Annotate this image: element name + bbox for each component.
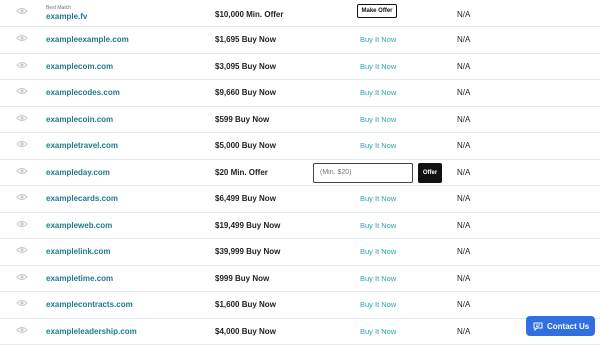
- watch-eye-icon[interactable]: [16, 7, 28, 15]
- table-row: examplecards.com $6,499 Buy Now Buy It N…: [0, 186, 600, 213]
- status-value: N/A: [457, 221, 470, 230]
- watch-eye-icon[interactable]: [16, 167, 28, 175]
- buy-it-now-link[interactable]: Buy It Now: [360, 300, 396, 309]
- domain-name-link[interactable]: exampleexample.com: [46, 35, 129, 44]
- table-row: examplelink.com $39,999 Buy Now Buy It N…: [0, 239, 600, 266]
- buy-it-now-link[interactable]: Buy It Now: [360, 274, 396, 283]
- domain-name-link[interactable]: example.fv: [46, 12, 87, 21]
- price-label: $9,660 Buy Now: [215, 88, 276, 97]
- status-value: N/A: [457, 300, 470, 309]
- status-value: N/A: [457, 274, 470, 283]
- table-row: exampleday.com $20 Min. Offer Offer N/A: [0, 160, 600, 187]
- watch-eye-icon[interactable]: [16, 326, 28, 334]
- table-row: examplecoin.com $599 Buy Now Buy It Now …: [0, 107, 600, 134]
- table-row: exampleleadership.com $4,000 Buy Now Buy…: [0, 319, 600, 345]
- table-row: exampleweb.com $19,499 Buy Now Buy It No…: [0, 213, 600, 240]
- domain-name-link[interactable]: examplelink.com: [46, 247, 110, 256]
- domain-name-link[interactable]: examplecontracts.com: [46, 300, 133, 309]
- buy-it-now-link[interactable]: Buy It Now: [360, 88, 396, 97]
- price-label: $39,999 Buy Now: [215, 247, 280, 256]
- price-label: $20 Min. Offer: [215, 168, 268, 177]
- status-value: N/A: [457, 141, 470, 150]
- price-label: $5,000 Buy Now: [215, 141, 276, 150]
- domain-name-link[interactable]: exampletravel.com: [46, 141, 118, 150]
- buy-it-now-link[interactable]: Buy It Now: [360, 221, 396, 230]
- domain-name-link[interactable]: examplecards.com: [46, 194, 118, 203]
- watch-eye-icon[interactable]: [16, 220, 28, 228]
- table-row: examplecom.com $3,095 Buy Now Buy It Now…: [0, 54, 600, 81]
- status-value: N/A: [457, 62, 470, 71]
- watch-eye-icon[interactable]: [16, 34, 28, 42]
- watch-eye-icon[interactable]: [16, 61, 28, 69]
- watch-eye-icon[interactable]: [16, 114, 28, 122]
- best-match-label: Best Match: [46, 5, 71, 11]
- price-label: $10,000 Min. Offer: [215, 10, 283, 19]
- watch-eye-icon[interactable]: [16, 87, 28, 95]
- status-value: N/A: [457, 194, 470, 203]
- buy-it-now-link[interactable]: Buy It Now: [360, 115, 396, 124]
- offer-submit-button[interactable]: Offer: [418, 163, 442, 183]
- price-label: $19,499 Buy Now: [215, 221, 280, 230]
- domain-name-link[interactable]: exampleleadership.com: [46, 327, 137, 336]
- watch-eye-icon[interactable]: [16, 193, 28, 201]
- price-label: $6,499 Buy Now: [215, 194, 276, 203]
- buy-it-now-link[interactable]: Buy It Now: [360, 327, 396, 336]
- price-label: $999 Buy Now: [215, 274, 269, 283]
- buy-it-now-link[interactable]: Buy It Now: [360, 62, 396, 71]
- domain-name-link[interactable]: exampleday.com: [46, 168, 110, 177]
- status-value: N/A: [457, 168, 470, 177]
- buy-it-now-link[interactable]: Buy It Now: [360, 194, 396, 203]
- price-label: $1,695 Buy Now: [215, 35, 276, 44]
- domain-name-link[interactable]: examplecoin.com: [46, 115, 113, 124]
- status-value: N/A: [457, 115, 470, 124]
- contact-us-label: Contact Us: [547, 322, 589, 331]
- status-value: N/A: [457, 88, 470, 97]
- status-value: N/A: [457, 327, 470, 336]
- table-row: exampletime.com $999 Buy Now Buy It Now …: [0, 266, 600, 293]
- price-label: $1,600 Buy Now: [215, 300, 276, 309]
- domain-name-link[interactable]: exampleweb.com: [46, 221, 112, 230]
- domain-name-link[interactable]: examplecodes.com: [46, 88, 120, 97]
- buy-it-now-link[interactable]: Buy It Now: [360, 35, 396, 44]
- price-label: $4,000 Buy Now: [215, 327, 276, 336]
- domain-name-link[interactable]: examplecom.com: [46, 62, 113, 71]
- offer-amount-input[interactable]: [313, 163, 413, 183]
- status-value: N/A: [457, 247, 470, 256]
- domain-results-table: Best Match example.fv $10,000 Min. Offer…: [0, 0, 600, 345]
- status-value: N/A: [457, 10, 470, 19]
- status-value: N/A: [457, 35, 470, 44]
- watch-eye-icon[interactable]: [16, 246, 28, 254]
- buy-it-now-link[interactable]: Buy It Now: [360, 141, 396, 150]
- table-row: exampleexample.com $1,695 Buy Now Buy It…: [0, 27, 600, 54]
- price-label: $599 Buy Now: [215, 115, 269, 124]
- domain-name-link[interactable]: exampletime.com: [46, 274, 113, 283]
- make-offer-button[interactable]: Make Offer: [357, 4, 397, 18]
- table-row: Best Match example.fv $10,000 Min. Offer…: [0, 0, 600, 27]
- price-label: $3,095 Buy Now: [215, 62, 276, 71]
- table-row: exampletravel.com $5,000 Buy Now Buy It …: [0, 133, 600, 160]
- watch-eye-icon[interactable]: [16, 299, 28, 307]
- contact-us-button[interactable]: Contact Us: [526, 316, 595, 336]
- watch-eye-icon[interactable]: [16, 140, 28, 148]
- table-row: examplecodes.com $9,660 Buy Now Buy It N…: [0, 80, 600, 107]
- buy-it-now-link[interactable]: Buy It Now: [360, 247, 396, 256]
- chat-icon: [533, 322, 543, 331]
- watch-eye-icon[interactable]: [16, 273, 28, 281]
- table-row: examplecontracts.com $1,600 Buy Now Buy …: [0, 292, 600, 319]
